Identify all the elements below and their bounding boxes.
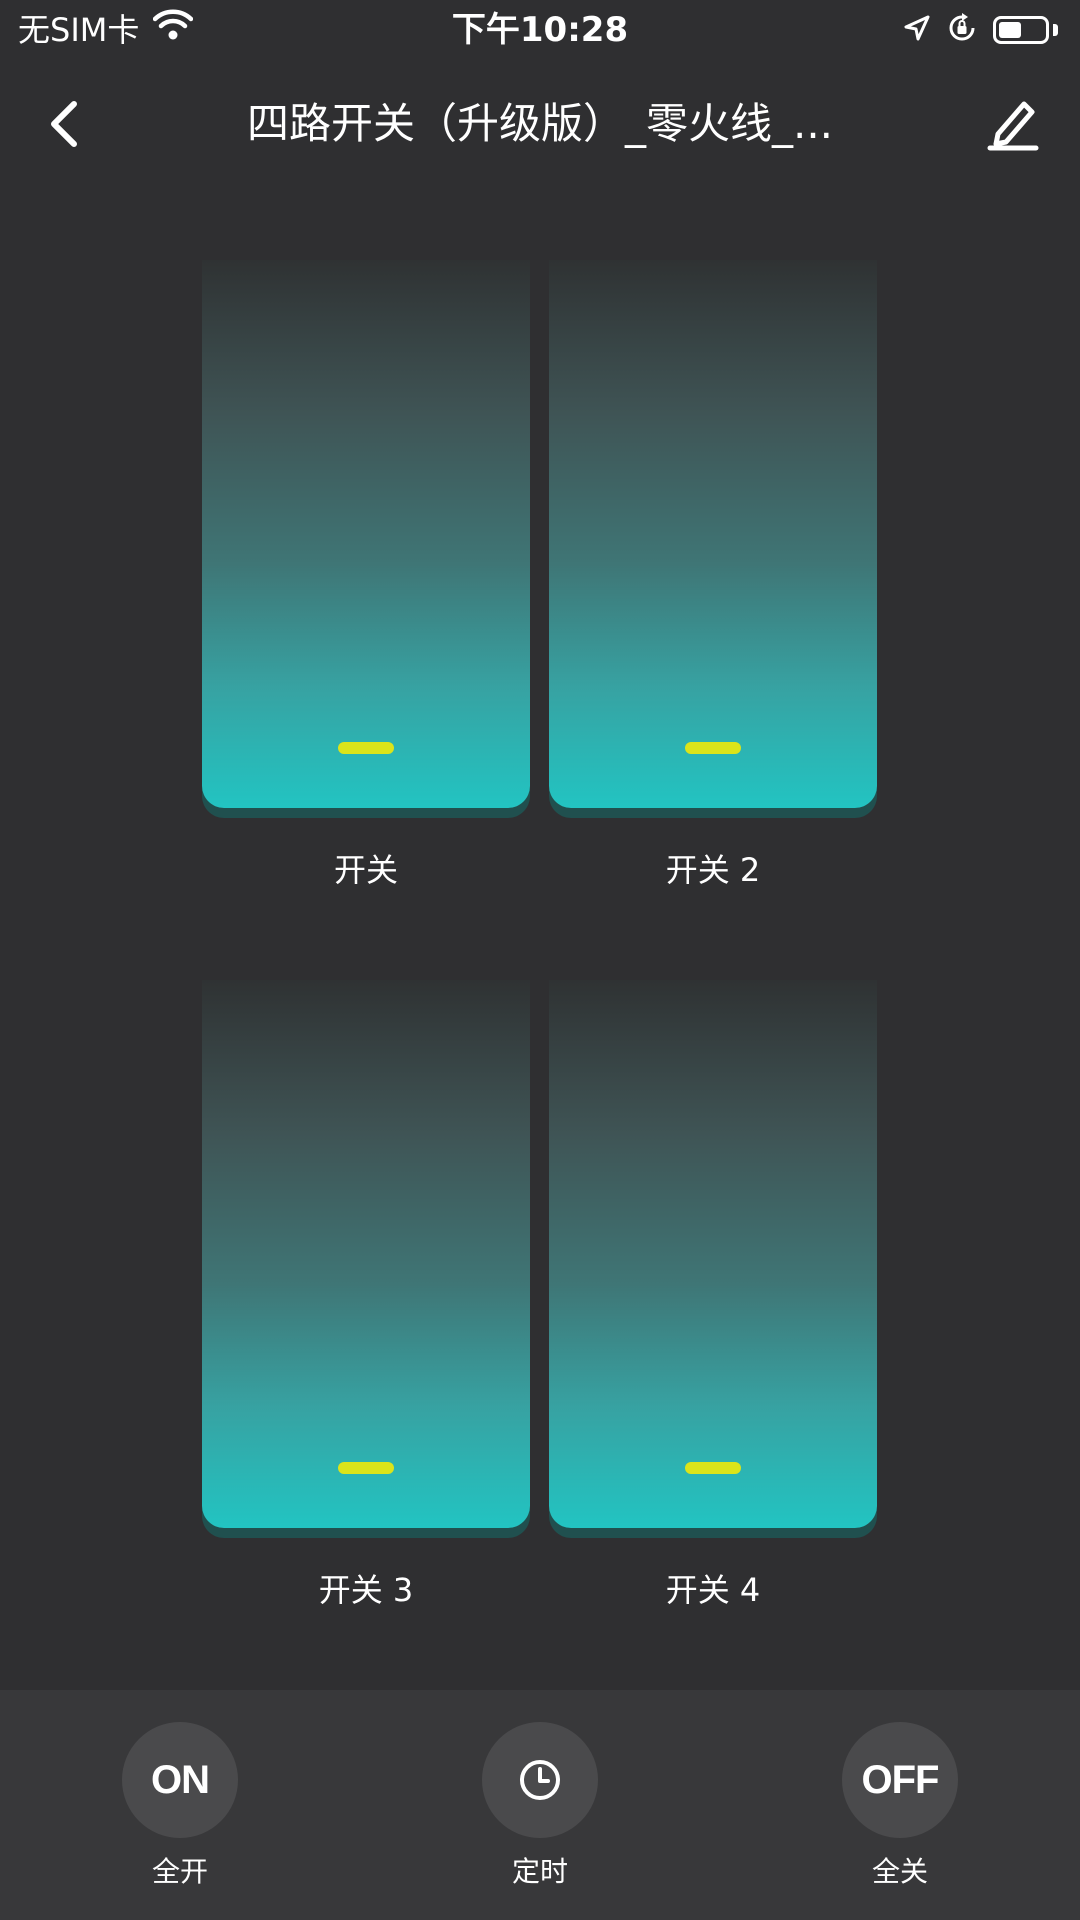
switch-3-body[interactable]: [202, 980, 530, 1528]
all-on-button[interactable]: ON: [122, 1722, 238, 1838]
all-on-action[interactable]: ON 全开: [100, 1722, 260, 1892]
switch-4-indicator: [685, 1462, 741, 1474]
switch-3-label: 开关 3: [318, 1571, 414, 1609]
chevron-left-icon: [51, 101, 77, 147]
switch-1-body[interactable]: [202, 260, 530, 808]
page-title: 四路开关（升级版）_零火线_...: [246, 99, 834, 148]
switch-2-body[interactable]: [549, 260, 877, 808]
status-bar: 无SIM卡 下午10:28: [0, 0, 1080, 62]
battery-tip: [1053, 24, 1058, 36]
battery-icon: [993, 16, 1049, 44]
switch-4-label: 开关 4: [665, 1571, 761, 1609]
switch-1-indicator: [338, 742, 394, 754]
orientation-lock-icon: [947, 13, 977, 47]
switch-1-label: 开关: [333, 851, 398, 889]
all-off-button[interactable]: OFF: [842, 1722, 958, 1838]
switch-2[interactable]: [549, 260, 877, 820]
all-on-label: 全开: [151, 1855, 208, 1888]
switch-4-body[interactable]: [549, 980, 877, 1528]
timer-action[interactable]: 定时: [460, 1722, 620, 1892]
nav-bar: 四路开关（升级版）_零火线_...: [0, 80, 1080, 170]
switch-3-indicator: [338, 1462, 394, 1474]
bottom-action-bar: ON 全开 定时 OFF 全关: [0, 1690, 1080, 1920]
switch-2-indicator: [685, 742, 741, 754]
timer-label: 定时: [511, 1855, 568, 1888]
screen: 无SIM卡 下午10:28 四路开关（升级版）_零火线_... 开关 开关 2 …: [0, 0, 1080, 1920]
edit-button[interactable]: [986, 96, 1040, 152]
switch-1[interactable]: [202, 260, 530, 820]
switch-3[interactable]: [202, 980, 530, 1540]
status-right: [903, 10, 1058, 50]
clock-icon: [520, 1760, 560, 1800]
switch-2-label: 开关 2: [665, 851, 761, 889]
back-button[interactable]: [40, 94, 88, 154]
all-off-action[interactable]: OFF 全关: [820, 1722, 980, 1892]
timer-button[interactable]: [482, 1722, 598, 1838]
location-arrow-icon: [903, 14, 931, 46]
switch-4[interactable]: [549, 980, 877, 1540]
all-off-label: 全关: [871, 1855, 928, 1888]
pencil-icon: [987, 101, 1039, 151]
